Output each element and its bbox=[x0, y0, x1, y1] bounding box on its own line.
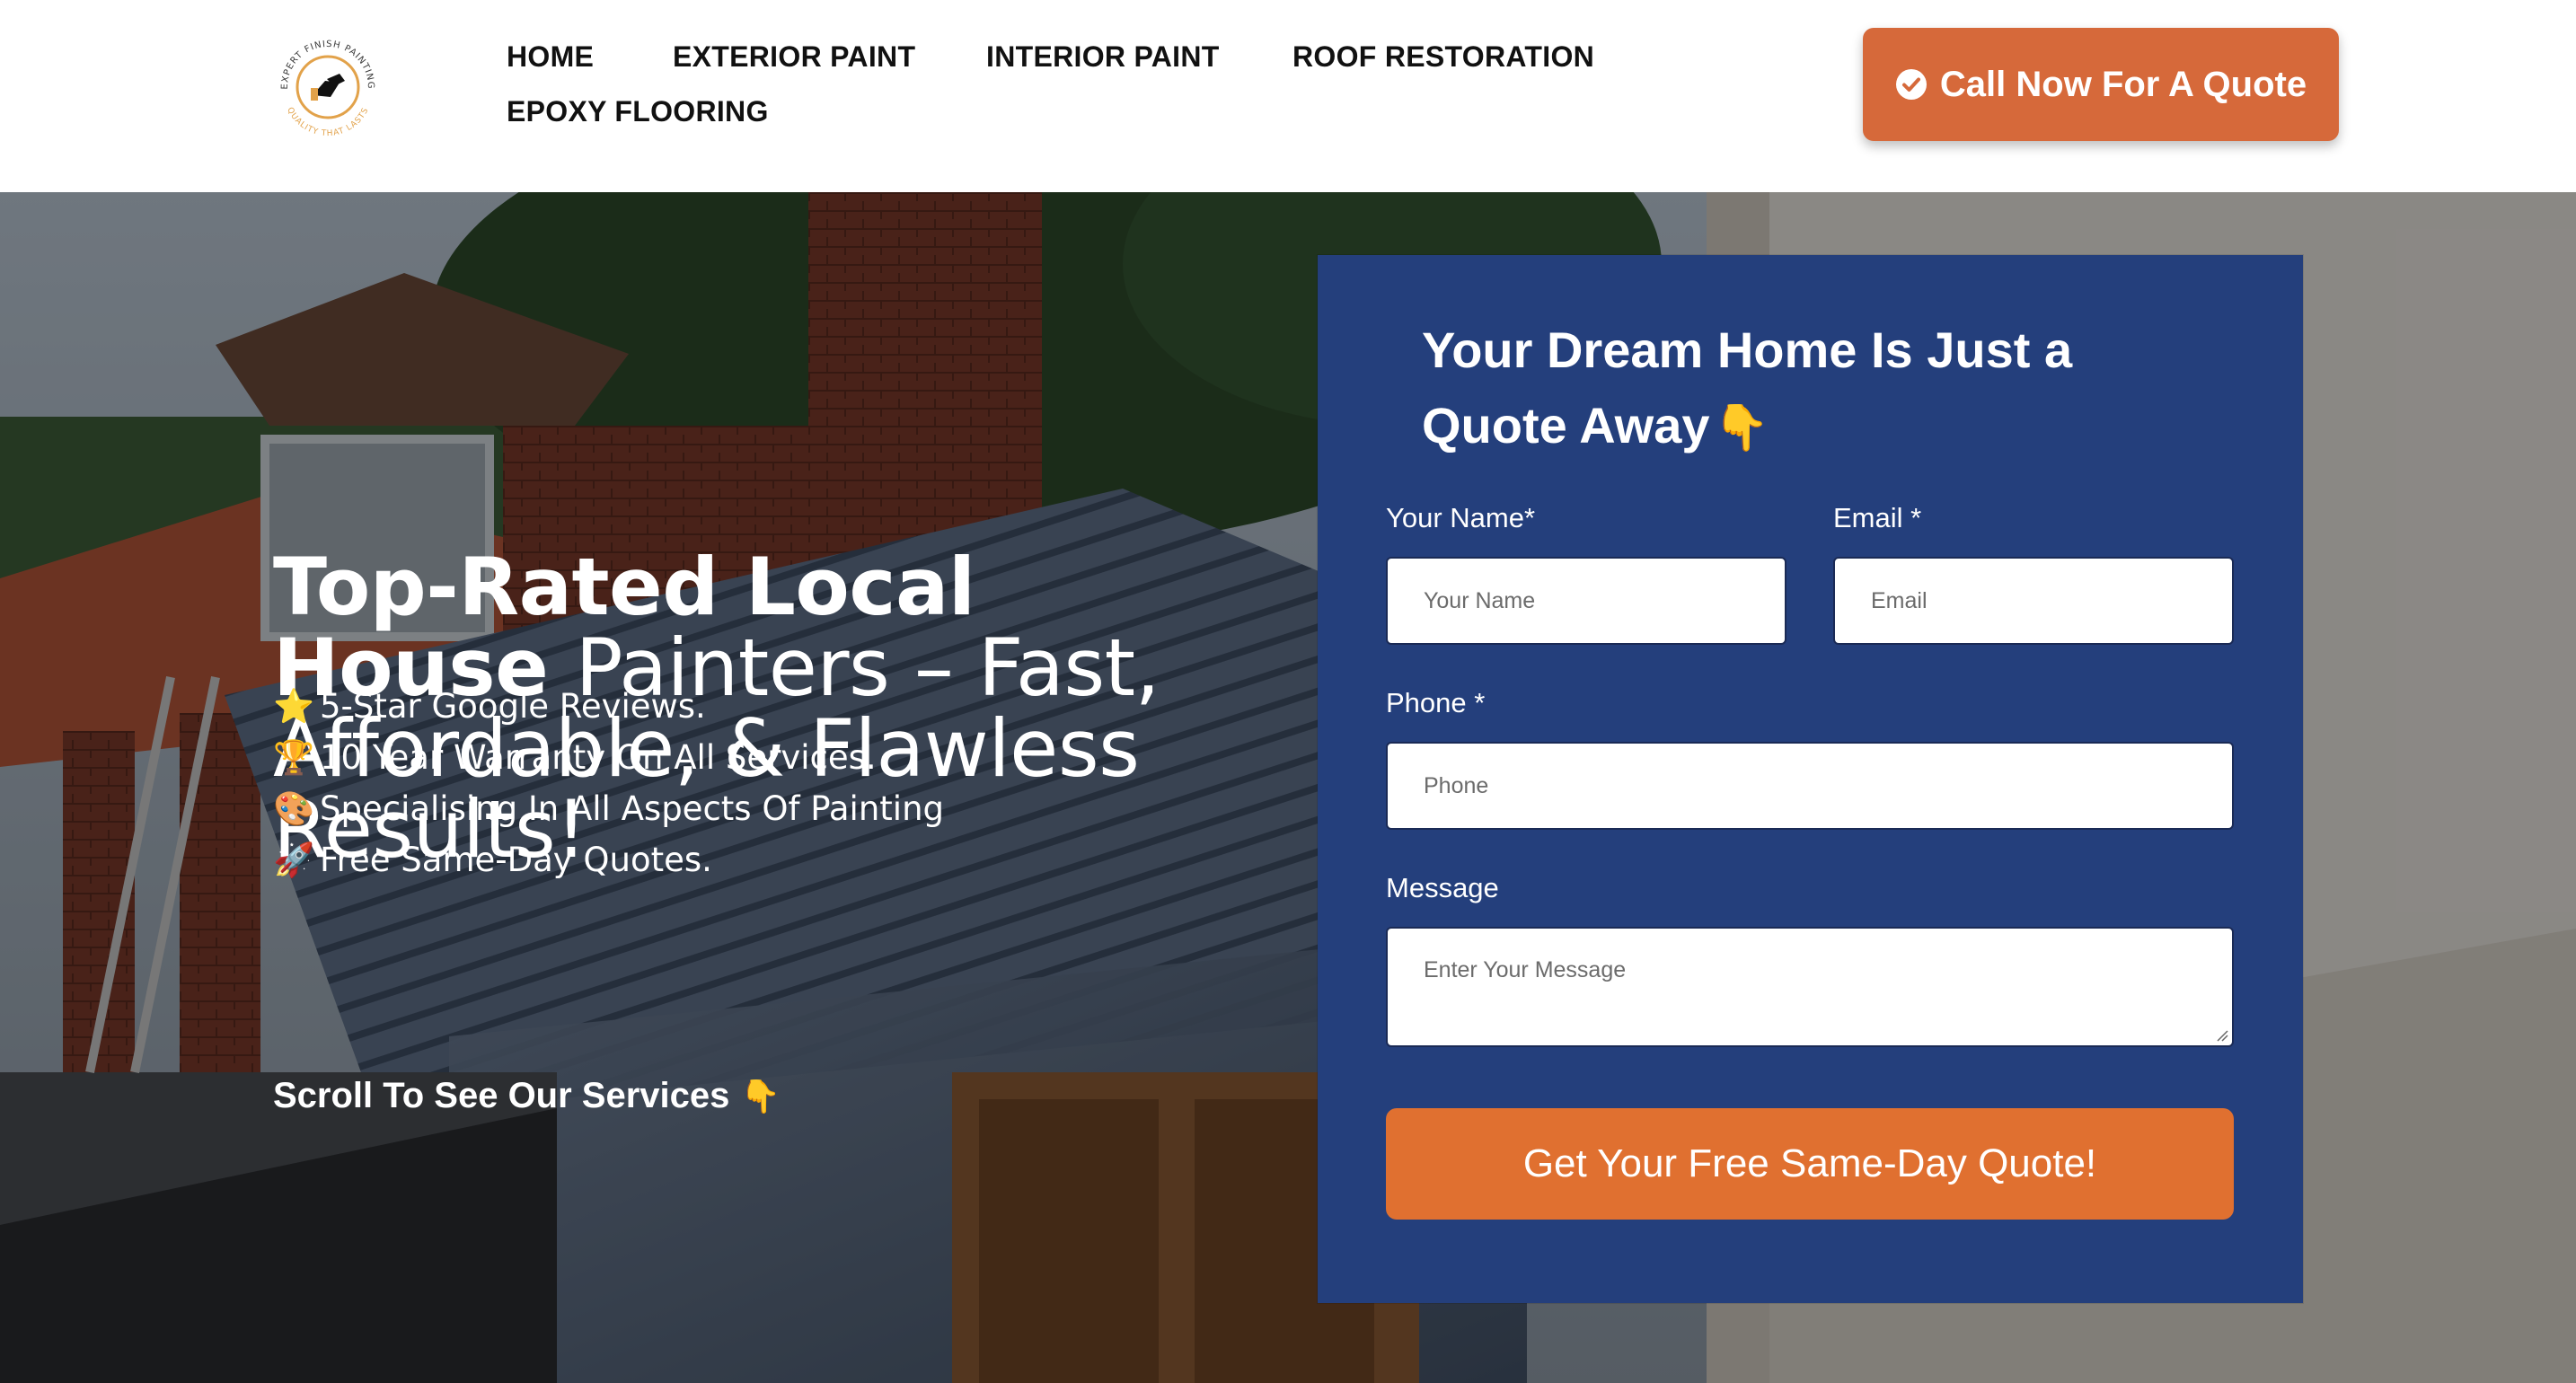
pointing-down-icon: 👇 bbox=[1713, 402, 1769, 453]
feature-item: 🎨 Specialising In All Aspects Of Paintin… bbox=[273, 783, 944, 834]
phone-label: Phone * bbox=[1386, 687, 1486, 718]
trophy-icon: 🏆 bbox=[273, 738, 315, 777]
get-quote-submit-button[interactable]: Get Your Free Same-Day Quote! bbox=[1386, 1108, 2234, 1220]
scroll-to-services-link[interactable]: Scroll To See Our Services 👇 bbox=[273, 1076, 781, 1116]
pointing-down-icon: 👇 bbox=[740, 1077, 781, 1114]
star-icon: ⭐ bbox=[273, 687, 315, 726]
form-heading: Your Dream Home Is Just a Quote Away👇 bbox=[1422, 313, 2194, 465]
name-input[interactable] bbox=[1386, 557, 1786, 645]
scroll-cta-label: Scroll To See Our Services bbox=[273, 1076, 730, 1115]
feature-text: Specialising In All Aspects Of Painting bbox=[320, 789, 945, 828]
nav-home[interactable]: HOME bbox=[507, 42, 594, 71]
call-now-label: Call Now For A Quote bbox=[1939, 64, 2307, 104]
rocket-icon: 🚀 bbox=[273, 841, 315, 879]
feature-text: 5-Star Google Reviews. bbox=[320, 687, 706, 726]
site-header: EXPERT FINISH PAINTING QUALITY THAT LAST… bbox=[0, 0, 2576, 192]
quote-form-card: Your Dream Home Is Just a Quote Away👇 Yo… bbox=[1318, 255, 2303, 1303]
nav-roof-restoration[interactable]: ROOF RESTORATION bbox=[1292, 42, 1594, 71]
call-now-button[interactable]: Call Now For A Quote bbox=[1863, 28, 2339, 141]
name-label: Your Name* bbox=[1386, 502, 1536, 533]
feature-text: Free Same-Day Quotes. bbox=[320, 841, 712, 879]
feature-list: ⭐ 5-Star Google Reviews. 🏆 10 Year Warra… bbox=[273, 681, 944, 885]
resize-handle-icon[interactable] bbox=[2216, 1029, 2228, 1042]
nav-exterior-paint[interactable]: EXTERIOR PAINT bbox=[673, 42, 915, 71]
feature-item: ⭐ 5-Star Google Reviews. bbox=[273, 681, 944, 732]
message-label: Message bbox=[1386, 872, 1499, 903]
company-logo[interactable]: EXPERT FINISH PAINTING QUALITY THAT LAST… bbox=[268, 27, 388, 147]
feature-item: 🏆 10 Year Warranty On All Services. bbox=[273, 732, 944, 783]
nav-interior-paint[interactable]: INTERIOR PAINT bbox=[986, 42, 1220, 71]
check-circle-icon bbox=[1895, 68, 1928, 101]
message-textarea[interactable] bbox=[1386, 927, 2234, 1047]
email-input[interactable] bbox=[1833, 557, 2234, 645]
nav-epoxy-flooring[interactable]: EPOXY FLOORING bbox=[507, 97, 769, 126]
feature-text: 10 Year Warranty On All Services. bbox=[320, 738, 877, 777]
email-label: Email * bbox=[1833, 502, 1922, 533]
feature-item: 🚀 Free Same-Day Quotes. bbox=[273, 834, 944, 885]
phone-input[interactable] bbox=[1386, 742, 2234, 830]
palette-icon: 🎨 bbox=[273, 789, 315, 828]
